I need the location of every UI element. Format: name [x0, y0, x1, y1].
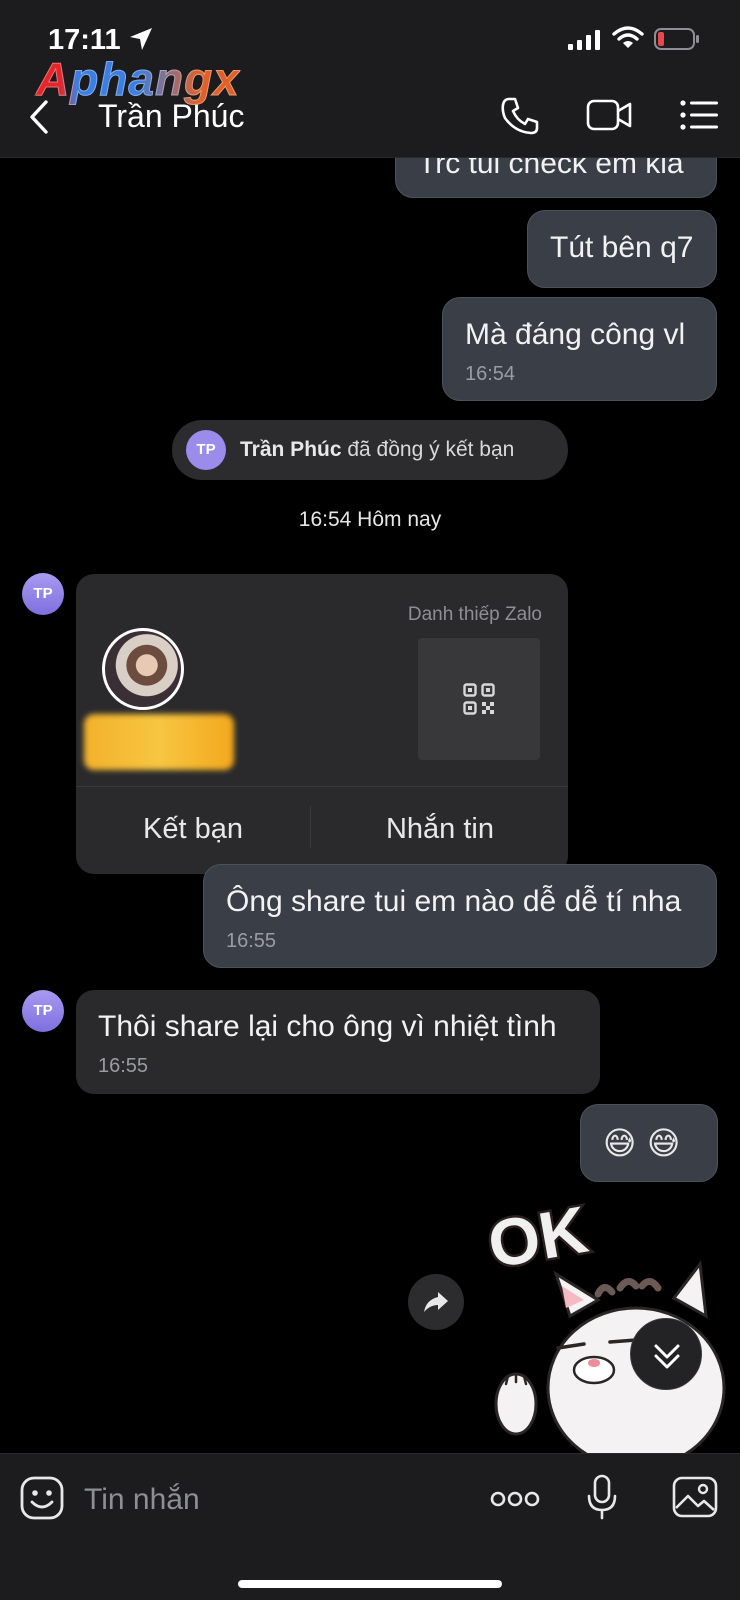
add-friend-button[interactable]: Kết bạn	[76, 806, 310, 852]
forward-button[interactable]	[408, 1274, 464, 1330]
image-gallery-icon[interactable]	[672, 1476, 718, 1518]
zalo-contact-card[interactable]: Danh thiếp Zalo Kết bạn Nhắn tin	[76, 574, 568, 874]
avatar: TP	[186, 430, 226, 470]
aphangx-watermark-logo: Aphangx	[36, 53, 240, 106]
home-indicator	[238, 1580, 502, 1588]
avatar[interactable]: TP	[22, 573, 64, 615]
message-time: 16:54	[465, 363, 516, 385]
avatar[interactable]: TP	[22, 990, 64, 1032]
message-text: Trc tui check em kia	[418, 158, 684, 180]
message-time: 16:55	[98, 1055, 149, 1077]
notice-contact-name: Trần Phúc	[240, 438, 342, 461]
message-text: Thôi share lại cho ông vì nhiệt tình	[98, 1010, 557, 1043]
notice-text: đã đồng ý kết bạn	[341, 438, 515, 461]
card-qr-button[interactable]	[418, 638, 540, 760]
sent-message[interactable]: Mà đáng công vl 16:54	[442, 297, 717, 401]
sticker-ok-text: OK	[486, 1192, 593, 1282]
divider	[310, 806, 311, 848]
message-input[interactable]	[84, 1472, 464, 1528]
message-text: Ông share tui em nào dễ dễ tí nha	[226, 885, 682, 918]
chat-messages[interactable]: Trc tui check em kia Tút bên q7 Mà đáng …	[0, 158, 740, 1453]
card-label: Danh thiếp Zalo	[407, 604, 542, 625]
share-arrow-icon	[424, 1292, 448, 1312]
location-arrow-icon	[130, 28, 152, 50]
more-options-icon[interactable]	[490, 1490, 540, 1508]
battery-low-icon	[654, 28, 699, 50]
message-text: Mà đáng công vl	[465, 318, 686, 351]
video-call-icon[interactable]	[586, 98, 632, 132]
sent-emoji-message[interactable]: 😅 😅	[580, 1104, 718, 1182]
qr-code-icon	[463, 683, 495, 715]
scroll-to-bottom-button[interactable]	[630, 1318, 702, 1390]
sweat-smile-emoji: 😅	[647, 1125, 681, 1161]
menu-list-icon[interactable]	[680, 100, 718, 130]
double-chevron-down-icon	[654, 1344, 680, 1369]
microphone-icon[interactable]	[586, 1474, 618, 1522]
message-input-bar	[0, 1453, 740, 1600]
date-separator: 16:54 Hôm nay	[298, 508, 442, 531]
sent-message[interactable]: Ông share tui em nào dễ dễ tí nha 16:55	[203, 864, 717, 968]
card-profile-photo[interactable]	[102, 628, 184, 710]
message-time: 16:55	[226, 930, 277, 952]
message-text: Tút bên q7	[550, 231, 694, 264]
phone-call-icon[interactable]	[500, 96, 540, 136]
friend-accepted-notice: TP Trần Phúc đã đồng ý kết bạn	[172, 420, 568, 480]
wifi-icon	[612, 26, 644, 48]
sent-message[interactable]: Tút bên q7	[527, 210, 717, 288]
sent-message[interactable]: Trc tui check em kia	[395, 158, 717, 198]
sticker-emoji-icon[interactable]	[20, 1476, 64, 1520]
sweat-smile-emoji: 😅	[603, 1125, 637, 1161]
redacted-name	[84, 714, 234, 770]
received-message[interactable]: Thôi share lại cho ông vì nhiệt tình 16:…	[76, 990, 600, 1094]
cellular-signal-icon	[568, 30, 600, 50]
divider	[76, 786, 568, 787]
send-message-button[interactable]: Nhắn tin	[312, 806, 568, 852]
